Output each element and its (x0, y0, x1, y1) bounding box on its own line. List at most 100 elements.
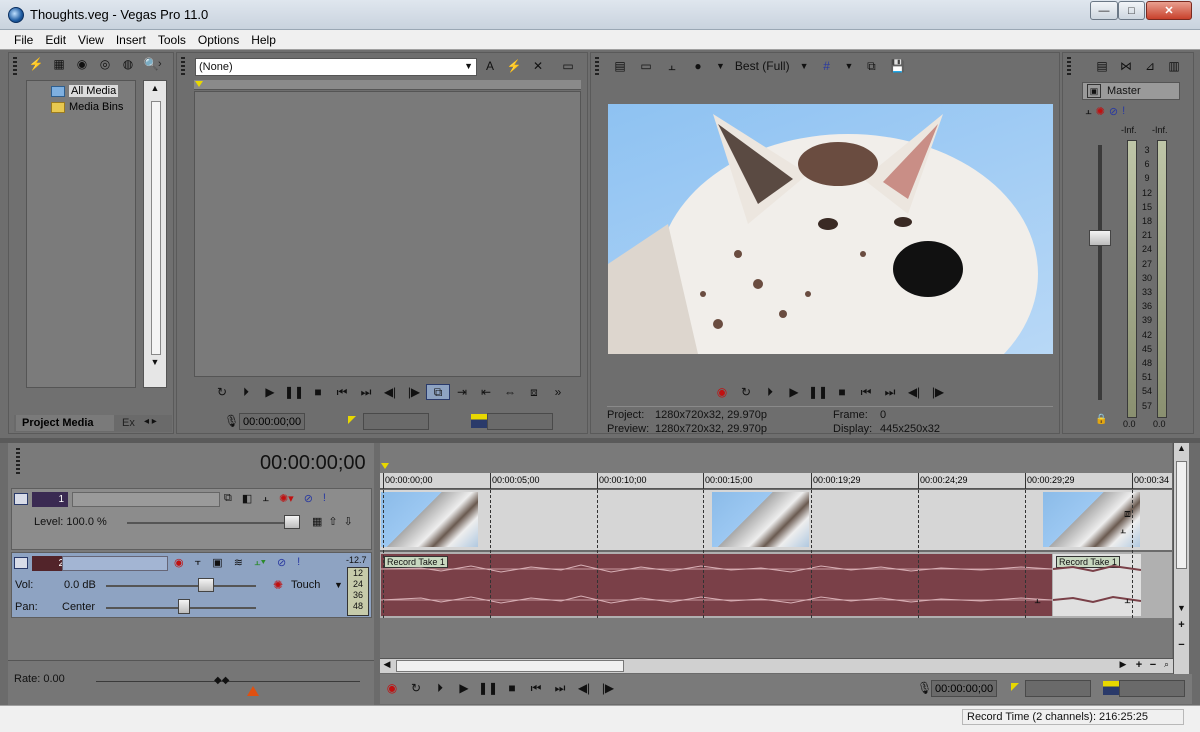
zoom-in-horizontal-icon[interactable]: + (1132, 659, 1146, 673)
timeline-cursor-time[interactable]: 00:00:00;00 (260, 452, 366, 475)
chevron-down-icon[interactable]: ▼ (845, 61, 854, 71)
next-frame-icon[interactable]: |▶ (596, 680, 620, 696)
track-envelope-icon[interactable]: ≋ (234, 556, 243, 569)
go-to-start-icon[interactable]: ⏮ (854, 384, 878, 400)
trimmer-display-icon[interactable]: ▭ (560, 58, 576, 74)
event-pan-crop-icon[interactable]: ⧈ (1124, 508, 1131, 521)
search-media-icon[interactable]: 🔍 (143, 56, 159, 72)
selection-length-icon[interactable] (471, 414, 487, 428)
zoom-tool-icon[interactable]: ⌕ (1160, 659, 1173, 673)
generated-media-icon[interactable]: ▦ (312, 515, 322, 528)
panel-grip[interactable] (181, 57, 185, 75)
mixer-meters-icon[interactable]: ▥ (1166, 58, 1182, 74)
minimize-button[interactable]: — (1090, 1, 1118, 20)
menu-edit[interactable]: Edit (39, 31, 72, 49)
remove-unused-icon[interactable]: ◎ (97, 56, 113, 72)
more-icon[interactable]: » (546, 384, 570, 400)
vol-handle[interactable] (198, 578, 214, 592)
zoom-out-horizontal-icon[interactable]: − (1146, 659, 1160, 673)
loop-icon[interactable]: ↻ (404, 680, 428, 696)
chevron-down-icon[interactable]: ▼ (716, 61, 725, 71)
menu-help[interactable]: Help (245, 31, 282, 49)
insert-fx-icon[interactable]: ⫠▾ (254, 556, 266, 569)
chevron-down-icon[interactable]: ▼ (800, 61, 809, 71)
fit-to-fill-icon[interactable]: ⇔ (498, 384, 522, 400)
go-to-end-icon[interactable]: ⏭ (354, 384, 378, 400)
selection-end-icon[interactable] (1011, 683, 1019, 691)
play-icon[interactable]: ▶ (258, 384, 282, 400)
trimmer-view[interactable] (194, 91, 581, 377)
mute-icon[interactable]: ⊘ (304, 492, 313, 505)
child-down-icon[interactable]: ⇩ (344, 515, 353, 528)
record-icon[interactable]: ◉ (710, 384, 734, 400)
next-frame-icon[interactable]: |▶ (402, 384, 426, 400)
video-track-header[interactable]: 1 ⧉ ◧ ⫠ ✺▾ ⊘ ! Level: 100.0 % ▦ ⇧ ⇩ (11, 488, 372, 550)
scroll-up-icon[interactable]: ▲ (1174, 443, 1189, 458)
track-motion-icon[interactable]: ⫠ (262, 492, 269, 505)
play-icon[interactable]: ▶ (782, 384, 806, 400)
menu-tools[interactable]: Tools (152, 31, 192, 49)
tree-item-all-media[interactable]: All Media (27, 83, 135, 99)
add-to-timeline-icon[interactable]: ⇥ (450, 384, 474, 400)
save-snapshot-icon[interactable]: 💾 (889, 58, 905, 74)
trimmer-cursor-marker[interactable] (195, 81, 203, 87)
add-before-cursor-icon[interactable]: ⇤ (474, 384, 498, 400)
solo-icon[interactable]: ! (1122, 105, 1125, 118)
capture-video-icon[interactable]: ▦ (51, 56, 67, 72)
audio-track-name[interactable] (62, 556, 168, 571)
play-from-start-icon[interactable]: ⏵ (428, 680, 452, 696)
video-clip-thumbnail[interactable] (381, 492, 478, 547)
mute-icon[interactable]: ⊘ (277, 556, 286, 569)
zoom-out-vertical-icon[interactable]: − (1174, 639, 1189, 655)
timeline-horizontal-scrollbar[interactable]: ◀ ▶ + − ⌕ (380, 658, 1173, 673)
preview-properties-icon[interactable]: ▤ (612, 58, 628, 74)
mute-icon[interactable]: ⊘ (1109, 105, 1118, 118)
master-fx-icon[interactable]: ✺ (1096, 105, 1105, 118)
scroll-right-icon[interactable]: ▶ (1116, 659, 1130, 673)
next-frame-icon[interactable]: |▶ (926, 384, 950, 400)
master-bus-icon[interactable]: ▣ (1087, 84, 1101, 98)
automation-mode-icon[interactable]: ✺ (273, 578, 283, 592)
menu-options[interactable]: Options (192, 31, 245, 49)
invert-phase-icon[interactable]: ⫟ (195, 556, 202, 569)
pause-icon[interactable]: ❚❚ (806, 384, 830, 400)
timeline-vertical-scrollbar[interactable]: ▲ ▼ + − (1173, 443, 1189, 675)
audio-track-header[interactable]: 2 ◉ ⫟ ▣ ≋ ⫠▾ ⊘ ! Vol: 0.0 dB ✺ Touch ▼ P… (11, 552, 372, 618)
video-level-handle[interactable] (284, 515, 300, 529)
trimmer-options-icon[interactable]: ⧈ (522, 384, 546, 400)
automation-mode[interactable]: Touch (291, 579, 320, 591)
mixer-downmix-icon[interactable]: ⋈ (1118, 58, 1134, 74)
scroll-down-icon[interactable]: ▼ (1174, 603, 1189, 618)
go-to-start-icon[interactable]: ⏮ (524, 680, 548, 696)
split-screen-icon[interactable]: ⫠ (664, 58, 680, 74)
tab-explorer[interactable]: Ex (116, 415, 142, 431)
media-scrollbar[interactable]: ▲ ▼ (143, 80, 167, 388)
menu-file[interactable]: File (8, 31, 39, 49)
zoom-in-vertical-icon[interactable]: + (1174, 619, 1189, 635)
selection-length-icon[interactable] (1103, 681, 1119, 695)
menu-view[interactable]: View (72, 31, 110, 49)
go-to-end-icon[interactable]: ⏭ (878, 384, 902, 400)
go-to-end-icon[interactable]: ⏭ (548, 680, 572, 696)
cursor-marker-icon[interactable] (381, 463, 389, 469)
audio-fx-icon[interactable]: ▣ (212, 556, 222, 569)
preview-video-frame[interactable] (608, 104, 1053, 354)
audio-event-fx-icon[interactable]: ⫠ (1034, 594, 1041, 607)
audio-event-fx-icon[interactable]: ⫠ (1124, 594, 1131, 607)
panel-grip[interactable] (595, 57, 599, 75)
tab-scroll-icon[interactable]: ◂ ▸ (144, 416, 157, 427)
compositing-mode-icon[interactable]: ⧉ (224, 492, 232, 505)
overlays-grid-icon[interactable]: # (819, 58, 835, 74)
fader-lock-icon[interactable]: 🔒 (1095, 414, 1107, 425)
marker-bar[interactable] (380, 443, 1172, 473)
maximize-button[interactable]: □ (1118, 1, 1145, 20)
toolbar-overflow-icon[interactable]: › (158, 58, 168, 72)
mixer-properties-icon[interactable]: ▤ (1094, 58, 1110, 74)
scroll-up-icon[interactable]: ▲ (146, 83, 164, 97)
pause-icon[interactable]: ❚❚ (476, 680, 500, 696)
previous-frame-icon[interactable]: ◀| (572, 680, 596, 696)
solo-icon[interactable]: ! (323, 492, 326, 505)
play-from-start-icon[interactable]: ⏵ (758, 384, 782, 400)
scroll-thumb[interactable] (396, 660, 624, 672)
track-minimize-icon[interactable] (14, 493, 28, 505)
